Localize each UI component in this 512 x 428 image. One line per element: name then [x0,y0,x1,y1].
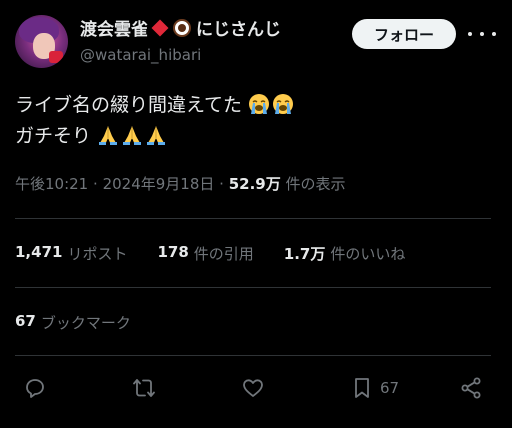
avatar-accent [49,51,63,63]
reposts-label: リポスト [67,245,128,263]
bookmark-button[interactable]: 67 [350,376,399,400]
author-handle[interactable]: @watarai_hibari [80,46,201,64]
meta-separator: · [219,175,229,193]
reposts-stat[interactable]: 1,471 リポスト [15,243,127,264]
folded-hands-icon [99,126,118,145]
share-icon [461,377,481,399]
display-name: 渡会雲雀 [80,20,148,40]
loudly-crying-face-icon [249,94,270,114]
engagement-stats: 1,471 リポスト 178 件の引用 1.7万 件のいいね [15,243,435,264]
bookmarks-count: 67 [15,312,36,330]
hot-beverage-icon [173,18,191,37]
likes-label: 件のいいね [330,245,406,263]
more-dot [492,32,496,36]
bookmarks-stat[interactable]: 67 ブックマーク [15,312,131,333]
tweet-line-2: ガチそり [15,121,296,152]
affiliation-name: にじさんじ [196,20,281,40]
reposts-count: 1,471 [15,243,63,261]
author-name[interactable]: 渡会雲雀 にじさんじ [80,15,281,40]
views-label: 件の表示 [285,175,346,193]
red-diamond-icon [151,19,169,36]
divider [15,287,491,288]
heart-icon [243,379,263,397]
like-button[interactable] [241,376,265,400]
tweet-time[interactable]: 午後10:21 [15,175,88,193]
retweet-icon [133,379,155,397]
tweet-line-2-text: ガチそり [15,125,92,147]
bookmarks-label: ブックマーク [40,314,131,332]
reply-button[interactable] [23,376,47,400]
follow-button[interactable]: フォロー [352,19,456,49]
bookmark-icon [355,378,369,398]
tweet-line-1-text: ライブ名の綴り間違えてた [15,94,243,116]
tweet-meta: 午後10:21 · 2024年9月18日 · 52.9万 件の表示 [15,173,346,194]
more-dot [468,32,472,36]
meta-separator: · [93,175,103,193]
divider [15,355,491,356]
likes-stat[interactable]: 1.7万 件のいいね [284,243,406,264]
tweet-line-1: ライブ名の綴り間違えてた [15,90,296,121]
more-icon[interactable] [468,24,496,44]
quotes-label: 件の引用 [193,245,254,263]
more-dot [480,32,484,36]
share-button[interactable] [459,376,483,400]
quotes-count: 178 [157,243,189,261]
retweet-button[interactable] [132,376,156,400]
bookmark-count: 67 [380,379,400,397]
views-count: 52.9万 [228,175,281,193]
divider [15,218,491,219]
likes-count: 1.7万 [283,245,326,263]
quotes-stat[interactable]: 178 件の引用 [157,243,253,264]
tweet-date[interactable]: 2024年9月18日 [103,175,215,193]
tweet-text: ライブ名の綴り間違えてた ガチそり [15,90,296,152]
avatar[interactable] [15,15,68,68]
loudly-crying-face-icon [273,94,294,114]
folded-hands-icon [123,126,142,145]
reply-icon [26,379,44,398]
folded-hands-icon [147,126,166,145]
